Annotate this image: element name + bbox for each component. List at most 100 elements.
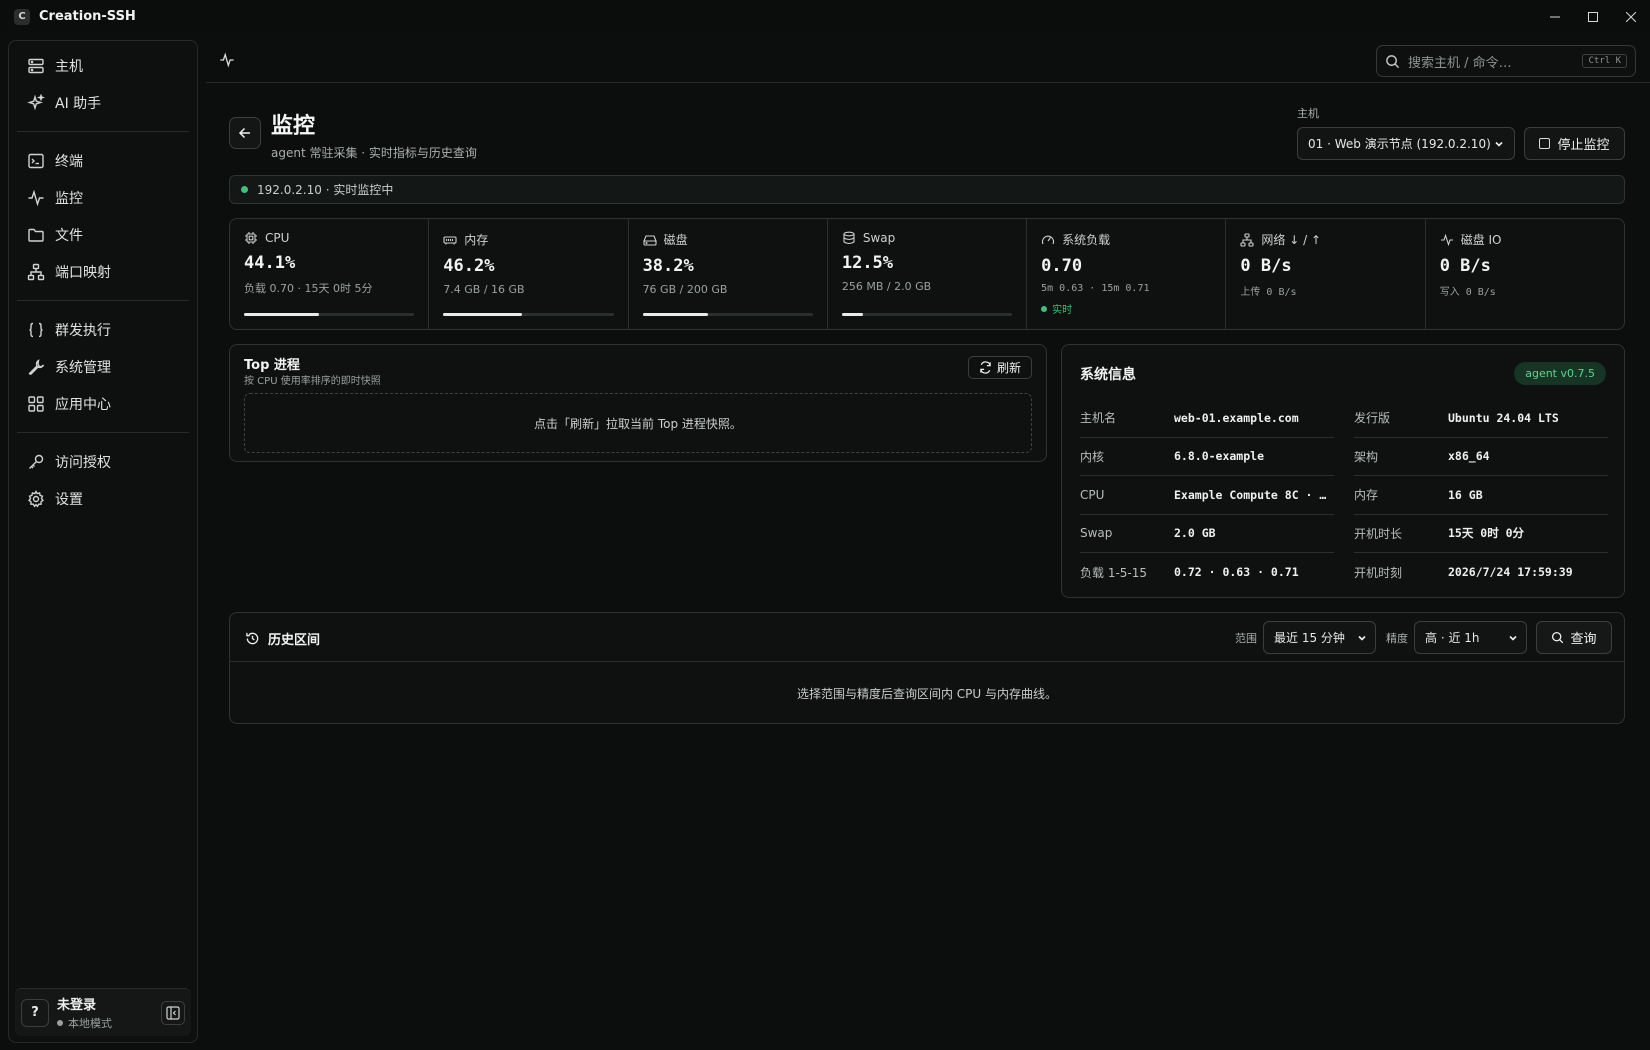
nav-group-main: 主机 AI 助手 <box>9 41 197 127</box>
maximize-button[interactable] <box>1574 0 1612 33</box>
info-key: 架构 <box>1354 449 1379 464</box>
activity-icon <box>28 189 44 206</box>
metric-memory: 内存 46.2% 7.4 GB / 16 GB <box>429 219 629 329</box>
metric-disk-io: 磁盘 IO 0 B/s 写入 0 B/s <box>1426 219 1624 329</box>
close-button[interactable] <box>1612 0 1650 33</box>
top-process-empty-state: 点击「刷新」拉取当前 Top 进程快照。 <box>244 393 1032 453</box>
chevron-down-icon <box>1509 635 1517 641</box>
title-bar: C Creation-SSH <box>0 0 1650 33</box>
cpu-icon <box>245 232 257 244</box>
info-value: 0.72 · 0.63 · 0.71 <box>1174 565 1299 580</box>
metric-header: 磁盘 IO <box>1440 231 1610 248</box>
search-shortcut: Ctrl K <box>1582 54 1627 68</box>
minimize-icon <box>1550 16 1560 17</box>
refresh-button[interactable]: 刷新 <box>968 356 1032 379</box>
stop-square-icon <box>1539 138 1551 149</box>
metric-value: 12.5% <box>841 253 894 273</box>
top-process-panel: Top 进程 按 CPU 使用率排序的即时快照 刷新 点击「刷新」拉取当前 To… <box>229 344 1047 462</box>
arrow-left-icon <box>238 127 250 139</box>
metric-swap: Swap 12.5% 256 MB / 2.0 GB <box>828 219 1028 329</box>
folder-icon <box>28 228 44 242</box>
status-text: 192.0.2.10 · 实时监控中 <box>257 183 394 197</box>
gauge-icon <box>1042 235 1055 244</box>
minimize-button[interactable] <box>1536 0 1574 33</box>
refresh-icon <box>980 361 991 374</box>
sidebar-item-files[interactable]: 文件 <box>17 216 189 253</box>
metric-sub: 负载 0.70 · 15天 0时 5分 <box>244 282 373 295</box>
metric-sub: 5m 0.63 · 15m 0.71 <box>1041 283 1150 294</box>
sidebar-item-ai-assistant[interactable]: AI 助手 <box>17 84 189 121</box>
sidebar-item-label: 应用中心 <box>55 396 111 413</box>
server-icon <box>28 58 44 73</box>
live-dot-icon <box>1041 305 1048 312</box>
precision-select[interactable]: 高 · 近 1h <box>1414 621 1527 654</box>
system-info-panel: 系统信息 agent v0.7.5 主机名 web-01.example.com … <box>1061 344 1625 598</box>
sidebar-item-label: 主机 <box>55 58 83 75</box>
info-row-hostname: 主机名 web-01.example.com <box>1080 399 1334 438</box>
sidebar-item-terminal[interactable]: 终端 <box>17 142 189 179</box>
system-info-title: 系统信息 <box>1080 367 1136 383</box>
back-button[interactable] <box>229 117 261 149</box>
info-key: 内核 <box>1080 449 1105 464</box>
progress-bar <box>443 313 614 316</box>
info-row-memory: 内存 16 GB <box>1354 476 1608 515</box>
info-row-swap: Swap 2.0 GB <box>1080 515 1334 553</box>
close-icon <box>1626 11 1636 22</box>
query-button[interactable]: 查询 <box>1536 621 1612 654</box>
stop-monitor-button[interactable]: 停止监控 <box>1524 127 1625 160</box>
key-icon <box>29 454 44 469</box>
info-row-cpu: CPU Example Compute 8C · … <box>1080 476 1334 515</box>
metric-label: 内存 <box>464 233 489 247</box>
sidebar-item-system-admin[interactable]: 系统管理 <box>17 348 189 385</box>
info-key: 开机时刻 <box>1354 565 1403 580</box>
network-icon <box>27 263 45 280</box>
chevron-down-icon <box>1495 141 1503 147</box>
info-value: 16 GB <box>1448 487 1483 502</box>
top-process-subtitle: 按 CPU 使用率排序的即时快照 <box>244 376 381 387</box>
metric-header: 内存 <box>443 231 613 248</box>
nav-group-ops: 群发执行 系统管理 应用中心 <box>9 305 197 428</box>
agent-version-badge: agent v0.7.5 <box>1514 362 1606 385</box>
nav-divider <box>17 432 189 433</box>
metric-value: 0.70 <box>1041 256 1083 276</box>
search-input[interactable]: 搜索主机 / 命令… Ctrl K <box>1376 45 1636 77</box>
user-panel[interactable]: ? 未登录 本地模式 <box>15 988 191 1036</box>
chevron-down-icon <box>1358 635 1366 641</box>
sidebar-item-settings[interactable]: 设置 <box>17 480 189 517</box>
sidebar-item-port-forwarding[interactable]: 端口映射 <box>17 253 189 290</box>
sidebar-item-label: 端口映射 <box>55 264 111 281</box>
sidebar-item-hosts[interactable]: 主机 <box>17 47 189 84</box>
info-value: Ubuntu 24.04 LTS <box>1448 410 1559 425</box>
metric-label: 网络 ↓ / ↑ <box>1261 233 1322 247</box>
user-name: 未登录 <box>57 998 97 1013</box>
metric-sub: 76 GB / 200 GB <box>642 283 728 296</box>
progress-bar <box>244 313 415 316</box>
info-row-load: 负载 1-5-15 0.72 · 0.63 · 0.71 <box>1080 553 1334 592</box>
search-icon <box>1552 631 1564 644</box>
sidebar-item-monitor[interactable]: 监控 <box>17 179 189 216</box>
metric-header: 磁盘 <box>642 231 813 248</box>
metric-sub: 上传 0 B/s <box>1240 287 1297 298</box>
nav-group-settings: 访问授权 设置 <box>9 437 197 523</box>
progress-fill <box>841 313 864 316</box>
collapse-sidebar-button[interactable] <box>161 1000 185 1025</box>
sparkles-icon <box>27 93 45 110</box>
host-select[interactable]: 01 · Web 演示节点 (192.0.2.10) <box>1297 127 1515 160</box>
range-select[interactable]: 最近 15 分钟 <box>1263 621 1376 654</box>
progress-fill <box>244 313 320 316</box>
metric-label: CPU <box>265 231 290 245</box>
status-bar: 192.0.2.10 · 实时监控中 <box>229 175 1625 204</box>
sidebar-item-access[interactable]: 访问授权 <box>17 443 189 480</box>
progress-fill <box>443 313 522 316</box>
metric-sub: 7.4 GB / 16 GB <box>443 283 525 296</box>
metric-header: Swap <box>842 231 1012 245</box>
search-placeholder: 搜索主机 / 命令… <box>1408 55 1512 71</box>
sidebar-item-app-center[interactable]: 应用中心 <box>17 385 189 422</box>
window-controls <box>1536 0 1650 33</box>
app-logo-icon: C <box>14 8 30 25</box>
user-mode: 本地模式 <box>57 1015 161 1031</box>
sidebar-item-batch-exec[interactable]: 群发执行 <box>17 311 189 348</box>
info-value: x86_64 <box>1448 449 1490 464</box>
metric-header: 系统负载 <box>1041 231 1211 248</box>
history-panel: 历史区间 范围 最近 15 分钟 精度 高 · 近 1h 查询 选择范围与精度后… <box>229 612 1625 724</box>
